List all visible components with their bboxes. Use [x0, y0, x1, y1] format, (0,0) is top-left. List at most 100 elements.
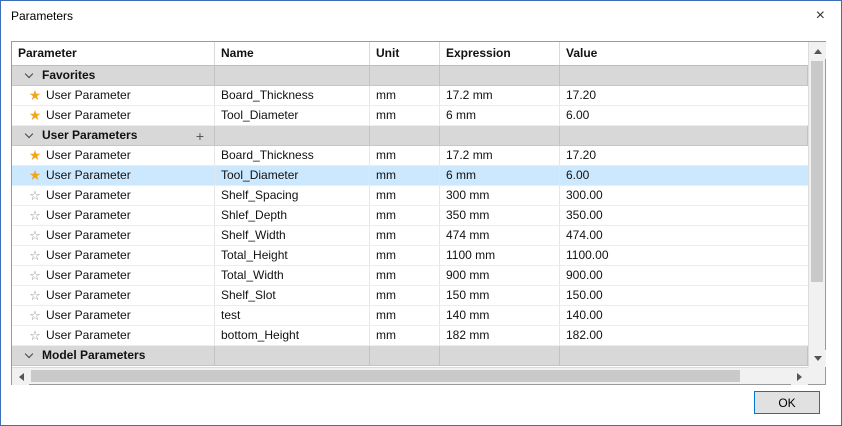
name-cell[interactable]: Tool_Diameter	[215, 166, 370, 185]
unit-cell: mm	[370, 186, 440, 205]
expression-cell[interactable]: 17.2 mm	[440, 146, 560, 165]
unit-cell: mm	[370, 226, 440, 245]
scroll-left-button[interactable]	[12, 368, 29, 385]
name-cell[interactable]: Total_Height	[215, 246, 370, 265]
unit-cell: mm	[370, 86, 440, 105]
horizontal-scroll-track[interactable]	[29, 368, 791, 384]
parameter-type-label: User Parameter	[46, 328, 131, 342]
expression-cell[interactable]: 6 mm	[440, 106, 560, 125]
column-header-expression: Expression	[440, 42, 560, 65]
value-cell: 1100.00	[566, 248, 609, 262]
expression-cell[interactable]: 1100 mm	[440, 246, 560, 265]
value-cell: 6.00	[566, 168, 590, 182]
favorite-star-icon[interactable]: ★	[24, 106, 46, 125]
expression-cell[interactable]: 300 mm	[440, 186, 560, 205]
favorite-star-icon[interactable]: ☆	[24, 226, 46, 245]
chevron-down-icon[interactable]	[24, 69, 34, 79]
ok-button[interactable]: OK	[754, 391, 820, 414]
table-row[interactable]: ☆ User Parameter Shlef_Depth mm 350 mm 3…	[12, 206, 808, 226]
unit-cell: mm	[370, 106, 440, 125]
horizontal-scrollbar[interactable]	[12, 367, 808, 385]
table-row[interactable]: ★ User Parameter Tool_Diameter mm 6 mm 6…	[12, 106, 808, 126]
section-header-row[interactable]: Model Parameters +	[12, 346, 808, 366]
expression-cell[interactable]: 474 mm	[440, 226, 560, 245]
section-header-row[interactable]: Favorites +	[12, 66, 808, 86]
favorite-star-icon[interactable]: ☆	[24, 206, 46, 225]
add-parameter-icon[interactable]: +	[196, 127, 204, 145]
value-cell: 150.00	[566, 288, 603, 302]
column-header-value: Value	[566, 46, 598, 60]
table-row[interactable]: ★ User Parameter Tool_Diameter mm 6 mm 6…	[12, 166, 808, 186]
close-icon[interactable]: ×	[812, 6, 829, 26]
right-arrow-icon	[796, 372, 806, 381]
name-cell[interactable]: Tool_Diameter	[215, 106, 370, 125]
name-cell[interactable]: Total_Width	[215, 266, 370, 285]
section-label: Favorites	[42, 68, 96, 82]
column-header-name: Name	[215, 42, 370, 65]
parameter-type-label: User Parameter	[46, 108, 131, 122]
expression-cell[interactable]: 182 mm	[440, 326, 560, 345]
expression-cell[interactable]: 140 mm	[440, 306, 560, 325]
value-cell: 900.00	[566, 268, 603, 282]
parameters-dialog: Parameters × Parameter Name Unit Express…	[0, 0, 842, 426]
unit-cell: mm	[370, 166, 440, 185]
name-cell[interactable]: Shelf_Width	[215, 226, 370, 245]
chevron-down-icon[interactable]	[24, 349, 34, 359]
unit-cell: mm	[370, 326, 440, 345]
table-row[interactable]: ☆ User Parameter Total_Width mm 900 mm 9…	[12, 266, 808, 286]
scroll-up-button[interactable]	[809, 42, 826, 59]
table-row[interactable]: ☆ User Parameter Shelf_Spacing mm 300 mm…	[12, 186, 808, 206]
table-row[interactable]: ★ User Parameter Board_Thickness mm 17.2…	[12, 86, 808, 106]
name-cell[interactable]: test	[215, 306, 370, 325]
vertical-scroll-track[interactable]	[809, 59, 825, 350]
column-header-parameter: Parameter	[12, 42, 215, 65]
name-cell[interactable]: Shlef_Depth	[215, 206, 370, 225]
name-cell[interactable]: bottom_Height	[215, 326, 370, 345]
unit-cell: mm	[370, 266, 440, 285]
up-arrow-icon	[813, 45, 822, 54]
unit-cell: mm	[370, 306, 440, 325]
table-row[interactable]: ☆ User Parameter test mm 140 mm 140.00	[12, 306, 808, 326]
name-cell[interactable]: Board_Thickness	[215, 86, 370, 105]
parameter-type-label: User Parameter	[46, 168, 131, 182]
table-row[interactable]: ☆ User Parameter bottom_Height mm 182 mm…	[12, 326, 808, 346]
value-cell: 474.00	[566, 228, 603, 242]
favorite-star-icon[interactable]: ☆	[24, 246, 46, 265]
parameter-type-label: User Parameter	[46, 268, 131, 282]
favorite-star-icon[interactable]: ★	[24, 86, 46, 105]
vertical-scrollbar-thumb[interactable]	[811, 61, 823, 283]
left-arrow-icon	[15, 372, 24, 381]
name-cell[interactable]: Shelf_Spacing	[215, 186, 370, 205]
table-content: Parameter Name Unit Expression Value Fav…	[12, 42, 808, 367]
vertical-scrollbar[interactable]	[808, 42, 826, 367]
expression-cell[interactable]: 6 mm	[440, 166, 560, 185]
parameter-type-label: User Parameter	[46, 288, 131, 302]
favorite-star-icon[interactable]: ★	[24, 146, 46, 165]
name-cell[interactable]: Board_Thickness	[215, 146, 370, 165]
expression-cell[interactable]: 17.2 mm	[440, 86, 560, 105]
table-header-row: Parameter Name Unit Expression Value	[12, 42, 808, 66]
expression-cell[interactable]: 900 mm	[440, 266, 560, 285]
unit-cell: mm	[370, 246, 440, 265]
scroll-down-button[interactable]	[809, 350, 826, 367]
horizontal-scrollbar-thumb[interactable]	[31, 370, 740, 382]
scroll-right-button[interactable]	[791, 368, 808, 385]
parameter-type-label: User Parameter	[46, 248, 131, 262]
favorite-star-icon[interactable]: ☆	[24, 266, 46, 285]
name-cell[interactable]: Shelf_Slot	[215, 286, 370, 305]
favorite-star-icon[interactable]: ☆	[24, 306, 46, 325]
expression-cell[interactable]: 150 mm	[440, 286, 560, 305]
table-row[interactable]: ★ User Parameter Board_Thickness mm 17.2…	[12, 146, 808, 166]
favorite-star-icon[interactable]: ☆	[24, 186, 46, 205]
favorite-star-icon[interactable]: ★	[24, 166, 46, 185]
value-cell: 350.00	[566, 208, 603, 222]
favorite-star-icon[interactable]: ☆	[24, 326, 46, 345]
table-row[interactable]: ☆ User Parameter Shelf_Slot mm 150 mm 15…	[12, 286, 808, 306]
expression-cell[interactable]: 350 mm	[440, 206, 560, 225]
chevron-down-icon[interactable]	[24, 129, 34, 139]
table-row[interactable]: ☆ User Parameter Shelf_Width mm 474 mm 4…	[12, 226, 808, 246]
table-row[interactable]: ☆ User Parameter Total_Height mm 1100 mm…	[12, 246, 808, 266]
favorite-star-icon[interactable]: ☆	[24, 286, 46, 305]
section-header-row[interactable]: User Parameters +	[12, 126, 808, 146]
section-label: User Parameters	[42, 128, 138, 142]
